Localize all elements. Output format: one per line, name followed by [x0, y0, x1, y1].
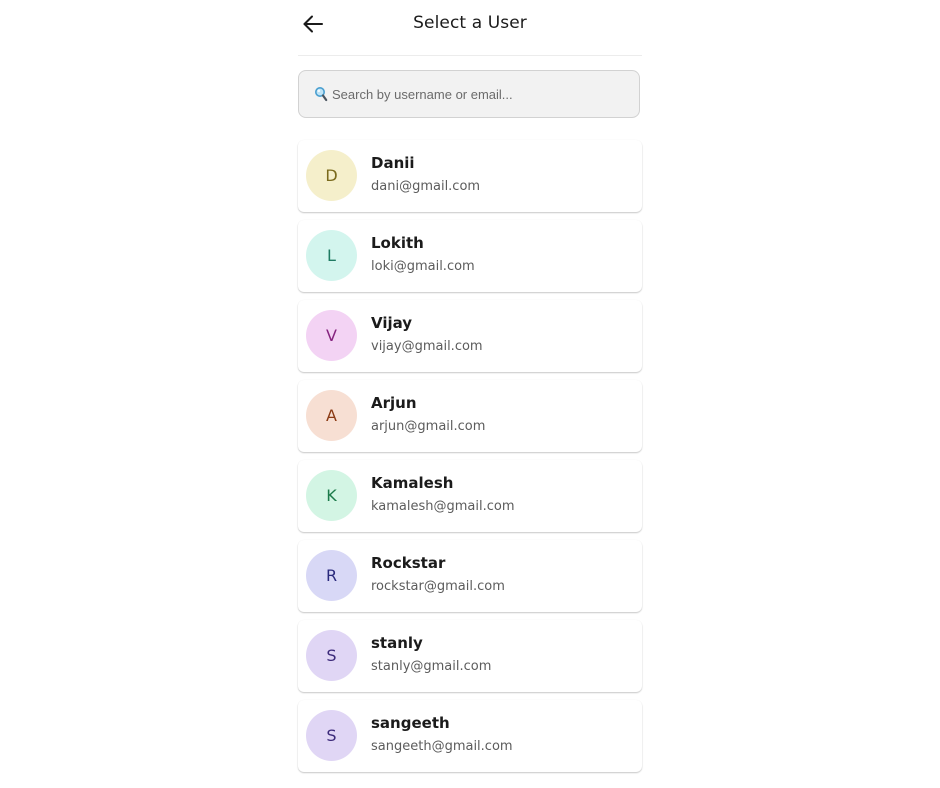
- avatar: V: [306, 310, 357, 361]
- user-name: Danii: [371, 154, 415, 172]
- user-card-kamalesh[interactable]: K Kamalesh kamalesh@gmail.com: [298, 460, 642, 532]
- app-header: Select a User: [298, 0, 642, 56]
- avatar: R: [306, 550, 357, 601]
- avatar: D: [306, 150, 357, 201]
- user-card-arjun[interactable]: A Arjun arjun@gmail.com: [298, 380, 642, 452]
- user-name: Vijay: [371, 314, 413, 332]
- user-name: Arjun: [371, 394, 417, 412]
- user-email: rockstar@gmail.com: [371, 579, 505, 594]
- user-card-lokith[interactable]: L Lokith loki@gmail.com: [298, 220, 642, 292]
- search-input[interactable]: [332, 86, 622, 102]
- user-card-sangeeth[interactable]: S sangeeth sangeeth@gmail.com: [298, 700, 642, 772]
- user-card-rockstar[interactable]: R Rockstar rockstar@gmail.com: [298, 540, 642, 612]
- avatar: L: [306, 230, 357, 281]
- user-card-stanly[interactable]: S stanly stanly@gmail.com: [298, 620, 642, 692]
- user-name: Rockstar: [371, 554, 446, 572]
- user-card-danii[interactable]: D Danii dani@gmail.com: [298, 140, 642, 212]
- user-email: dani@gmail.com: [371, 179, 481, 194]
- user-card-vijay[interactable]: V Vijay vijay@gmail.com: [298, 300, 642, 372]
- user-email: sangeeth@gmail.com: [371, 739, 513, 754]
- avatar: S: [306, 710, 357, 761]
- user-list: D Danii dani@gmail.com L Lokith loki@gma…: [298, 140, 642, 780]
- select-user-screen: Select a User D Danii dani@gmail.com L L…: [298, 0, 642, 788]
- magnifier-icon: [313, 86, 329, 102]
- avatar: S: [306, 630, 357, 681]
- user-email: stanly@gmail.com: [371, 659, 492, 674]
- user-name: Lokith: [371, 234, 424, 252]
- user-email: vijay@gmail.com: [371, 339, 483, 354]
- user-name: stanly: [371, 634, 423, 652]
- user-name: Kamalesh: [371, 474, 454, 492]
- user-email: kamalesh@gmail.com: [371, 499, 515, 514]
- search-box[interactable]: [298, 70, 640, 118]
- user-name: sangeeth: [371, 714, 450, 732]
- page-title: Select a User: [413, 13, 527, 33]
- user-email: arjun@gmail.com: [371, 419, 486, 434]
- avatar: K: [306, 470, 357, 521]
- avatar: A: [306, 390, 357, 441]
- user-email: loki@gmail.com: [371, 259, 475, 274]
